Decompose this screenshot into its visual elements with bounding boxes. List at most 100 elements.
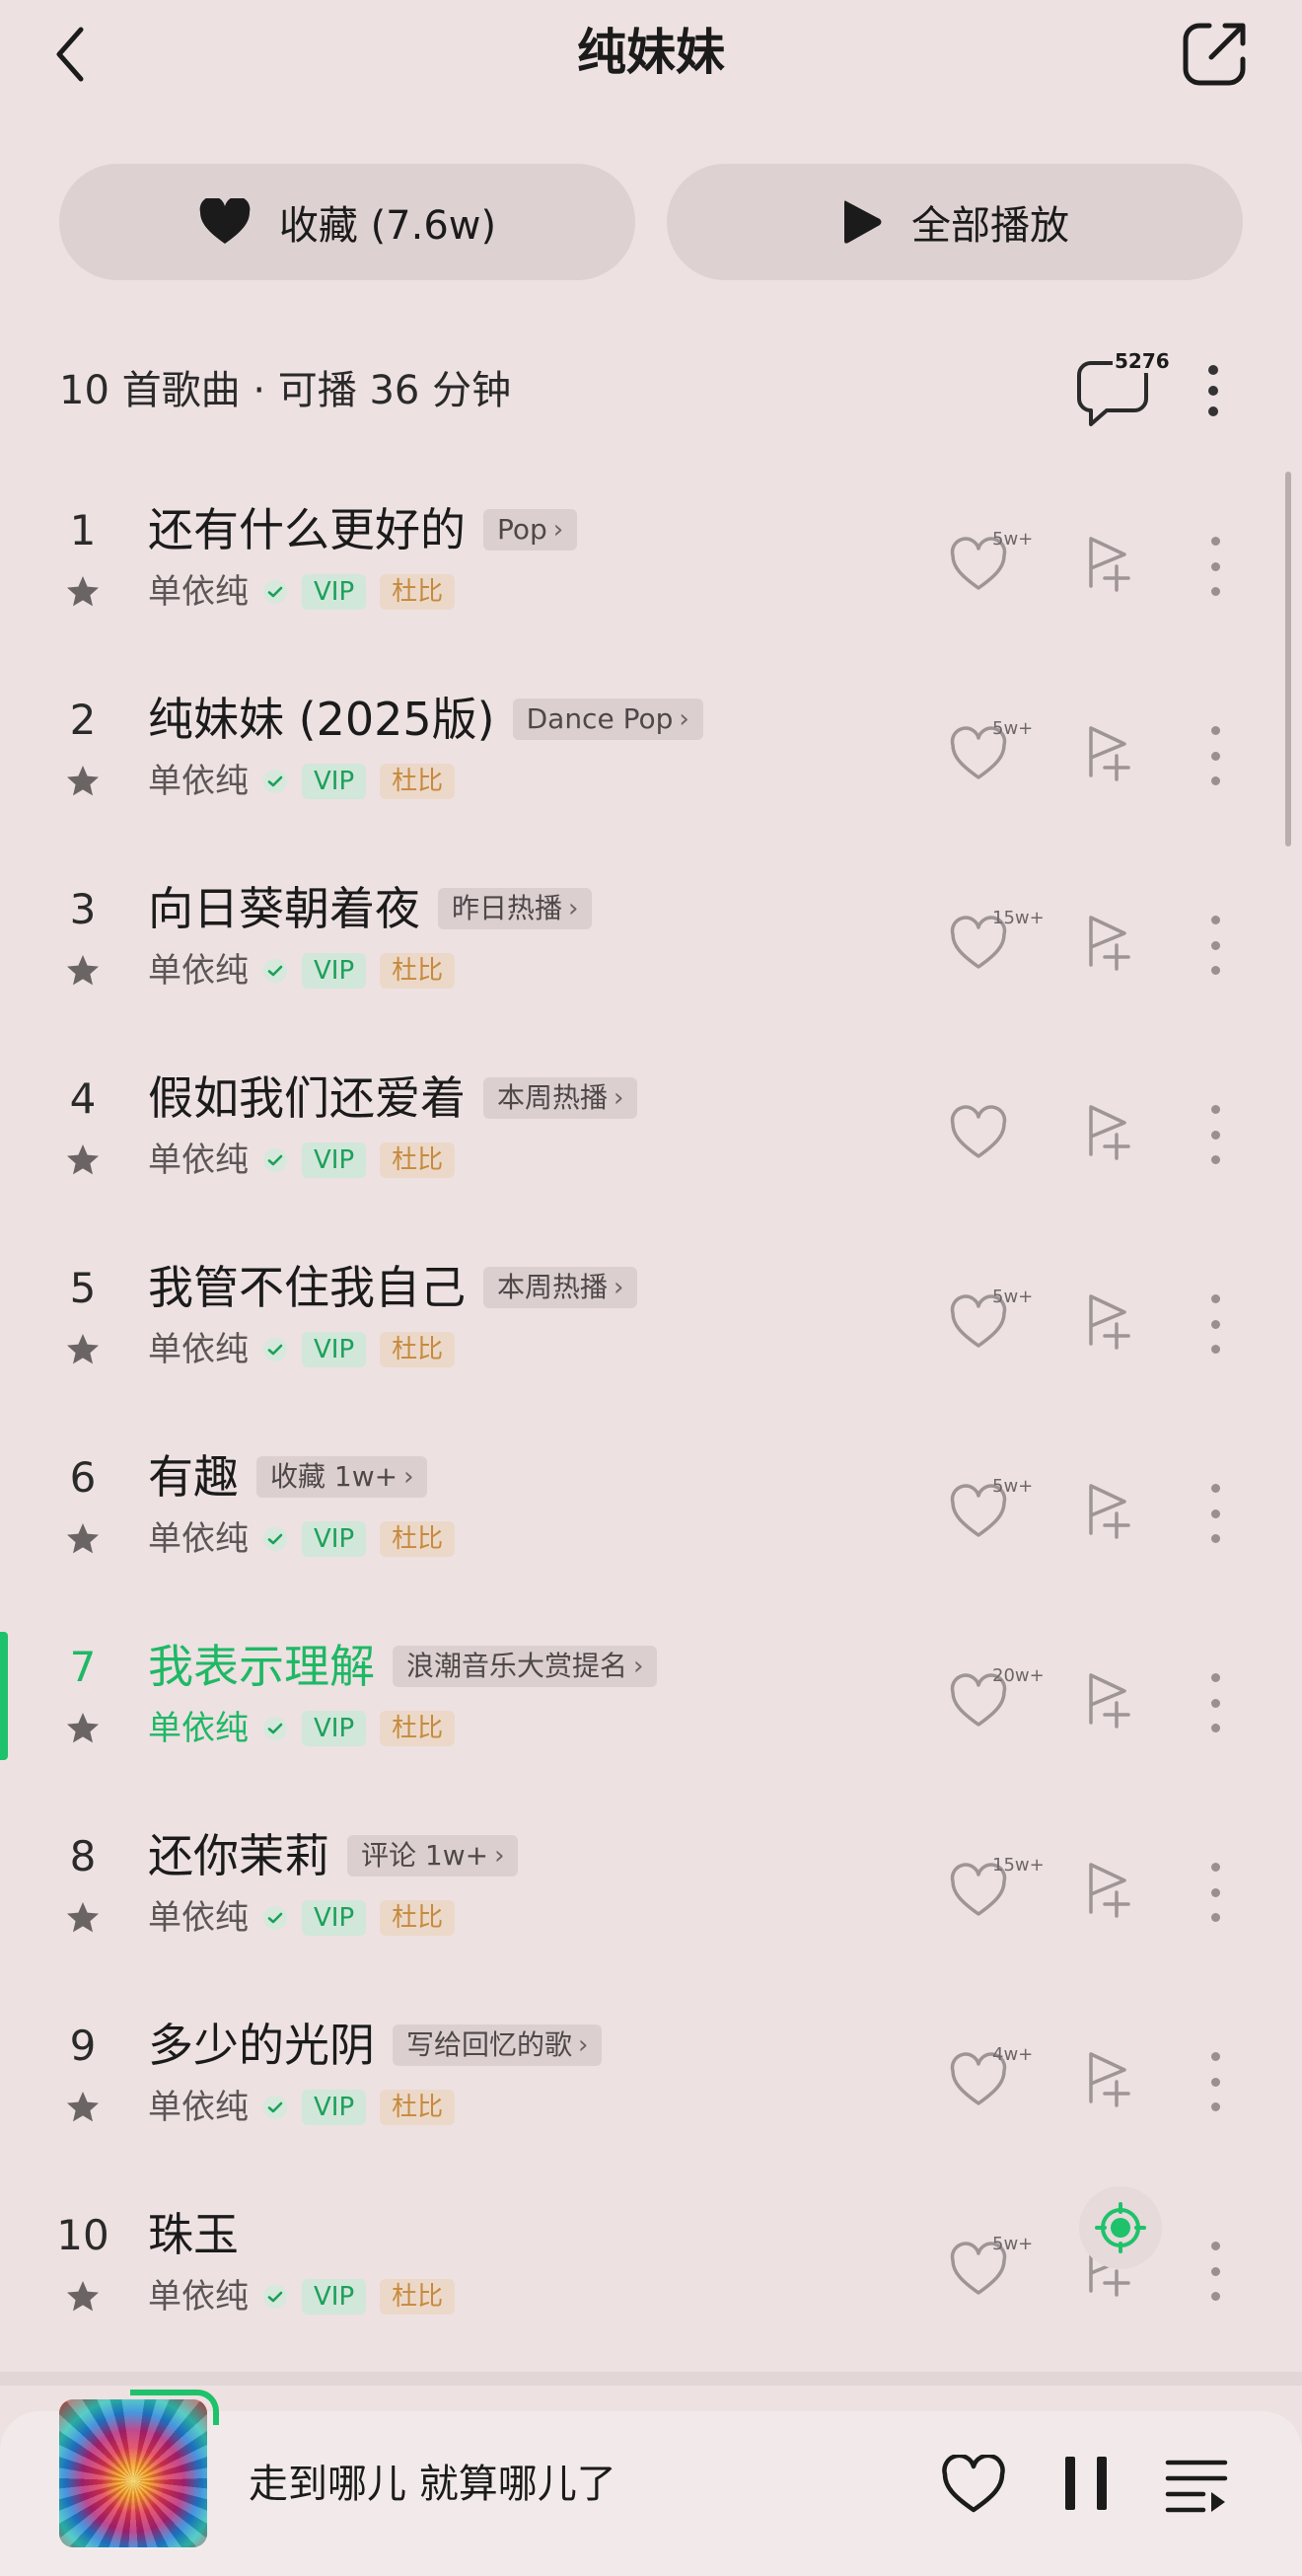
star-icon[interactable] [65, 1521, 101, 1557]
star-icon[interactable] [65, 2090, 101, 2125]
song-row[interactable]: 8 还你茉莉 评论 1w+ › 单依纯 VIP 杜比 15w+ [0, 1794, 1302, 1983]
playlist-icon[interactable] [1164, 2457, 1229, 2514]
add-to-playlist-icon[interactable] [1083, 1671, 1136, 1730]
song-tag[interactable]: Dance Pop › [512, 699, 703, 740]
add-to-playlist-icon[interactable] [1083, 914, 1136, 973]
song-artist[interactable]: 单依纯 [148, 1328, 249, 1371]
like-count: 5w+ [992, 1476, 1034, 1497]
add-to-playlist-icon[interactable] [1083, 1861, 1136, 1920]
song-tag[interactable]: 收藏 1w+ › [256, 1456, 428, 1498]
dolby-badge: 杜比 [380, 1711, 456, 1746]
song-row[interactable]: 2 纯妹妹 (2025版) Dance Pop › 单依纯 VIP 杜比 5w+ [0, 657, 1302, 846]
add-to-playlist-icon[interactable] [1083, 1292, 1136, 1352]
verified-check-icon [263, 1148, 287, 1172]
song-tag[interactable]: 评论 1w+ › [347, 1835, 519, 1877]
song-row[interactable]: 4 假如我们还爱着 本周热播 › 单依纯 VIP 杜比 [0, 1036, 1302, 1225]
star-icon[interactable] [65, 2279, 101, 2315]
more-vertical-icon[interactable] [1195, 359, 1231, 422]
star-icon[interactable] [65, 953, 101, 989]
add-to-playlist-icon[interactable] [1083, 1482, 1136, 1541]
star-icon[interactable] [65, 1332, 101, 1367]
song-artist[interactable]: 单依纯 [148, 2086, 249, 2129]
song-title[interactable]: 假如我们还爱着 [148, 1066, 466, 1131]
song-title-line: 向日葵朝着夜 昨日热播 › [148, 876, 593, 941]
dolby-badge: 杜比 [380, 1142, 456, 1178]
more-vertical-icon[interactable] [1197, 1673, 1233, 1732]
song-tag[interactable]: 本周热播 › [483, 1267, 638, 1308]
like-heart-icon[interactable] [949, 1105, 1008, 1160]
dot [1208, 406, 1218, 416]
song-row[interactable]: 7 我表示理解 浪潮音乐大赏提名 › 单依纯 VIP 杜比 20w+ [0, 1604, 1302, 1794]
add-to-playlist-icon[interactable] [1083, 535, 1136, 594]
song-row[interactable]: 1 还有什么更好的 Pop › 单依纯 VIP 杜比 5w+ [0, 468, 1302, 657]
share-icon[interactable] [1180, 18, 1251, 89]
song-tag[interactable]: 昨日热播 › [438, 888, 593, 929]
song-title[interactable]: 珠玉 [148, 2202, 239, 2267]
dolby-badge: 杜比 [380, 2090, 456, 2125]
star-icon[interactable] [65, 1711, 101, 1746]
dolby-badge: 杜比 [380, 2279, 456, 2315]
song-title[interactable]: 向日葵朝着夜 [148, 876, 420, 941]
song-title[interactable]: 还你茉莉 [148, 1823, 329, 1888]
play-all-button[interactable]: 全部播放 [667, 164, 1243, 280]
song-tag[interactable]: 浪潮音乐大赏提名 › [393, 1646, 658, 1687]
song-artist[interactable]: 单依纯 [148, 1139, 249, 1182]
pause-icon[interactable] [1065, 2457, 1107, 2512]
song-title[interactable]: 有趣 [148, 1444, 239, 1509]
dot [1210, 2292, 1220, 2301]
song-meta: 单依纯 VIP 杜比 [148, 1517, 456, 1561]
more-vertical-icon[interactable] [1197, 1863, 1233, 1922]
more-vertical-icon[interactable] [1197, 2052, 1233, 2111]
more-vertical-icon[interactable] [1197, 1105, 1233, 1164]
more-vertical-icon[interactable] [1197, 2242, 1233, 2301]
play-icon [844, 200, 882, 244]
song-title[interactable]: 我表示理解 [148, 1634, 375, 1699]
star-icon[interactable] [65, 1142, 101, 1178]
more-vertical-icon[interactable] [1197, 916, 1233, 975]
dot [1210, 1130, 1220, 1140]
song-title[interactable]: 多少的光阴 [148, 2013, 375, 2078]
dolby-badge: 杜比 [380, 1332, 456, 1367]
song-row[interactable]: 3 向日葵朝着夜 昨日热播 › 单依纯 VIP 杜比 15w+ [0, 846, 1302, 1036]
more-vertical-icon[interactable] [1197, 726, 1233, 785]
now-playing-title[interactable]: 走到哪儿 就算哪儿了 [249, 2455, 616, 2514]
dot [1210, 1913, 1220, 1922]
favorite-playlist-button[interactable]: 收藏 (7.6w) [59, 164, 635, 280]
song-title[interactable]: 纯妹妹 (2025版) [148, 687, 495, 752]
song-title[interactable]: 还有什么更好的 [148, 497, 466, 562]
song-index: 3 [69, 885, 97, 933]
verified-check-icon [263, 1338, 287, 1362]
vip-badge: VIP [302, 764, 367, 799]
star-icon[interactable] [65, 1900, 101, 1936]
song-row[interactable]: 9 多少的光阴 写给回忆的歌 › 单依纯 VIP 杜比 4w+ [0, 1983, 1302, 2172]
star-icon[interactable] [65, 764, 101, 799]
like-count: 15w+ [992, 908, 1045, 928]
heart-icon[interactable] [941, 2453, 1006, 2514]
song-row[interactable]: 6 有趣 收藏 1w+ › 单依纯 VIP 杜比 5w+ [0, 1415, 1302, 1604]
song-tag[interactable]: 写给回忆的歌 › [393, 2024, 603, 2066]
more-vertical-icon[interactable] [1197, 1294, 1233, 1354]
song-artist[interactable]: 单依纯 [148, 760, 249, 803]
add-to-playlist-icon[interactable] [1083, 2050, 1136, 2109]
chevron-right-icon: › [552, 515, 564, 545]
song-artist[interactable]: 单依纯 [148, 1896, 249, 1940]
song-title[interactable]: 我管不住我自己 [148, 1255, 466, 1320]
song-artist[interactable]: 单依纯 [148, 949, 249, 993]
more-vertical-icon[interactable] [1197, 537, 1233, 596]
song-tag[interactable]: Pop › [483, 509, 578, 551]
more-vertical-icon[interactable] [1197, 1484, 1233, 1543]
add-to-playlist-icon[interactable] [1083, 724, 1136, 783]
dot [1210, 1509, 1220, 1518]
song-artist[interactable]: 单依纯 [148, 570, 249, 614]
add-to-playlist-icon[interactable] [1083, 1103, 1136, 1162]
song-artist[interactable]: 单依纯 [148, 1707, 249, 1750]
song-tag-label: Pop [497, 513, 547, 546]
song-row[interactable]: 5 我管不住我自己 本周热播 › 单依纯 VIP 杜比 5w+ [0, 1225, 1302, 1415]
song-artist[interactable]: 单依纯 [148, 2275, 249, 2318]
song-artist[interactable]: 单依纯 [148, 1517, 249, 1561]
star-icon[interactable] [65, 574, 101, 610]
song-meta: 单依纯 VIP 杜比 [148, 570, 456, 614]
locate-current-song-button[interactable] [1079, 2186, 1162, 2269]
vip-badge: VIP [302, 1142, 367, 1178]
song-tag[interactable]: 本周热播 › [483, 1077, 638, 1119]
